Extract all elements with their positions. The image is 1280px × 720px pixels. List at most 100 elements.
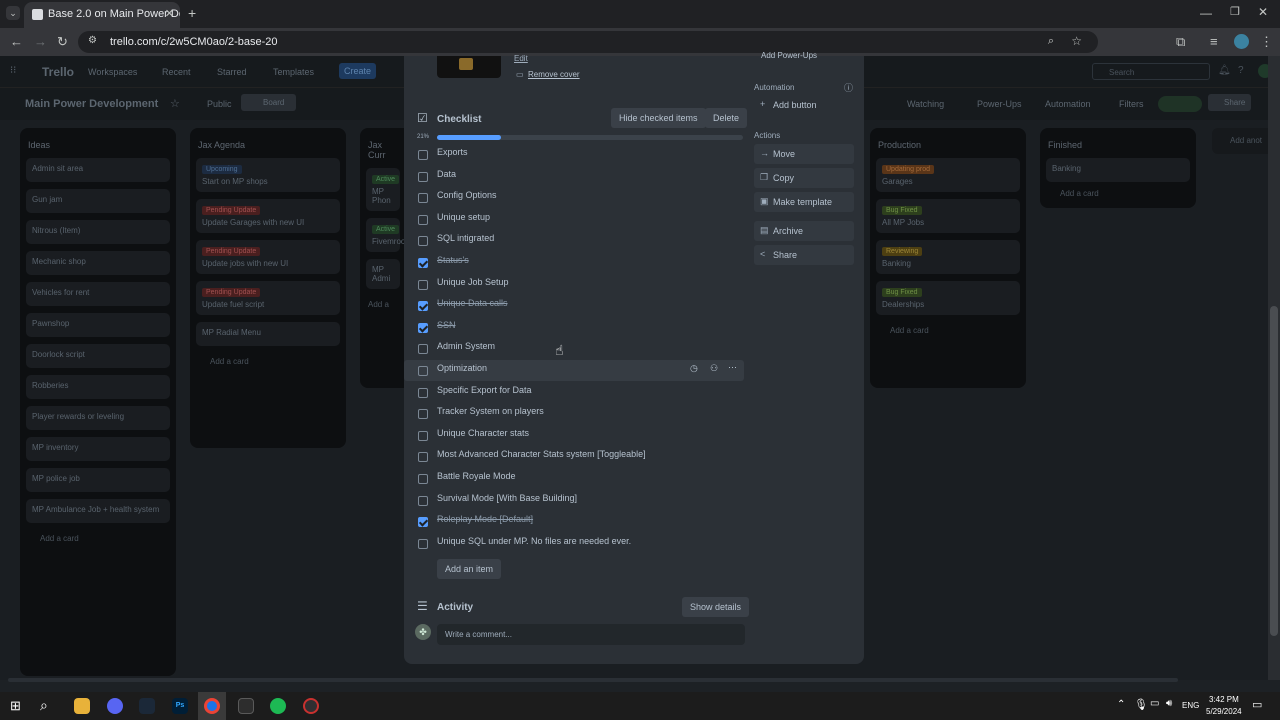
visibility-button[interactable]: Public bbox=[207, 99, 232, 109]
help-icon[interactable]: ? bbox=[1238, 65, 1244, 76]
checklist-item-text[interactable]: Unique SQL under MP. No files are needed… bbox=[437, 536, 631, 546]
assign-member-icon[interactable]: ⚇ bbox=[710, 363, 718, 374]
volume-icon[interactable]: 🔊︎ bbox=[1166, 698, 1172, 709]
watching-button[interactable]: Watching bbox=[907, 99, 944, 109]
checklist-item[interactable]: Exports bbox=[404, 144, 744, 165]
list-card[interactable]: Vehicles for rent bbox=[26, 282, 170, 306]
list-card[interactable]: Active Fivemroo bbox=[366, 218, 405, 252]
checkbox[interactable] bbox=[418, 279, 428, 290]
language-indicator[interactable]: ENG bbox=[1182, 701, 1199, 710]
comment-input[interactable]: Write a comment... bbox=[437, 624, 745, 645]
photoshop-icon[interactable]: Ps bbox=[172, 698, 188, 714]
archive-button[interactable]: ▤ Archive bbox=[754, 221, 854, 241]
checklist-item[interactable]: Status's bbox=[404, 252, 744, 273]
checklist-item-text[interactable]: Config Options bbox=[437, 190, 497, 200]
list-card[interactable]: Pending Update Update jobs with new UI bbox=[196, 240, 340, 274]
share-button[interactable]: Share bbox=[1208, 94, 1252, 111]
trello-logo[interactable]: Trello bbox=[42, 65, 74, 79]
checklist-item-text[interactable]: Survival Mode [With Base Building] bbox=[437, 493, 577, 503]
remove-cover-link[interactable]: Remove cover bbox=[528, 70, 580, 79]
clock-time[interactable]: 3:42 PM bbox=[1209, 695, 1239, 704]
delete-checklist-button[interactable]: Delete bbox=[705, 108, 748, 128]
checklist-item-text[interactable]: SSN bbox=[437, 320, 456, 330]
address-bar[interactable]: ⚙ trello.com/c/2w5CM0ao/2-base-20 ⌕ ☆ bbox=[78, 31, 1098, 53]
list-card[interactable]: Doorlock script bbox=[26, 344, 170, 368]
list-card[interactable]: Upcoming Start on MP shops bbox=[196, 158, 340, 192]
apps-grid-icon[interactable]: ⁝⁝ bbox=[10, 65, 16, 76]
list-card[interactable]: Updating prod Garages bbox=[876, 158, 1020, 192]
checklist-item[interactable]: Config Options bbox=[404, 187, 744, 208]
due-date-icon[interactable]: ◷ bbox=[690, 363, 698, 374]
spotify-icon[interactable] bbox=[270, 698, 286, 714]
notifications-icon[interactable]: 🔔︎ bbox=[1218, 65, 1231, 76]
chrome-icon[interactable] bbox=[204, 698, 220, 714]
checklist-item-text[interactable]: SQL intigrated bbox=[437, 233, 494, 243]
site-info-icon[interactable]: ⚙ bbox=[88, 35, 97, 46]
create-button[interactable]: Create bbox=[339, 63, 377, 79]
nav-recent[interactable]: Recent bbox=[162, 67, 191, 77]
chrome-menu-icon[interactable]: ⋮ bbox=[1260, 34, 1273, 50]
list-card[interactable]: Active MP Phon bbox=[366, 168, 400, 211]
search-input[interactable]: Search bbox=[1092, 63, 1210, 80]
list-card[interactable]: MP Ambulance Job + health system bbox=[26, 499, 170, 523]
checkbox[interactable] bbox=[418, 171, 428, 182]
taskbar-search-icon[interactable]: ⌕ bbox=[40, 697, 48, 714]
checkbox[interactable] bbox=[418, 214, 428, 225]
network-icon[interactable]: ▭ bbox=[1150, 698, 1159, 709]
add-item-button[interactable]: Add an item bbox=[437, 559, 502, 579]
new-tab-button[interactable]: + bbox=[188, 5, 196, 21]
hide-checked-items-button[interactable]: Hide checked items bbox=[611, 108, 706, 128]
browser-tab-active[interactable]: Base 2.0 on Main Power Develo ✕ bbox=[24, 2, 180, 28]
minimize-button[interactable]: — bbox=[1200, 6, 1212, 20]
zoom-icon[interactable]: ⌕ bbox=[1048, 35, 1054, 48]
list-card[interactable]: Nitrous (Item) bbox=[26, 220, 170, 244]
tab-search-button[interactable]: ⌄ bbox=[6, 6, 20, 20]
automation-button[interactable]: Automation bbox=[1045, 99, 1091, 109]
add-card-button[interactable]: Add a card bbox=[876, 322, 1020, 339]
back-icon[interactable]: ← bbox=[10, 34, 23, 49]
media-controls-icon[interactable]: ≡ bbox=[1210, 34, 1218, 49]
checkbox[interactable] bbox=[418, 236, 428, 247]
nav-templates[interactable]: Templates bbox=[273, 67, 314, 77]
filters-button[interactable]: Filters bbox=[1119, 99, 1144, 109]
list-card[interactable]: Banking bbox=[1046, 158, 1190, 182]
checklist-item-text[interactable]: Unique Character stats bbox=[437, 428, 529, 438]
make-template-button[interactable]: ▣ Make template bbox=[754, 192, 854, 212]
members-avatars[interactable] bbox=[1158, 96, 1202, 112]
page-vertical-scrollbar[interactable] bbox=[1268, 56, 1280, 680]
move-button[interactable]: → Move bbox=[754, 144, 854, 164]
steam-icon[interactable] bbox=[139, 698, 155, 714]
file-explorer-icon[interactable] bbox=[74, 698, 90, 714]
checklist-item-text[interactable]: Status's bbox=[437, 255, 469, 265]
list-card[interactable]: Gun jam bbox=[26, 189, 170, 213]
board-view-tab[interactable]: Board bbox=[241, 94, 297, 111]
board-title[interactable]: Main Power Development bbox=[25, 98, 158, 110]
list-card[interactable]: Pending Update Update Garages with new UI bbox=[196, 199, 340, 233]
item-more-icon[interactable]: ⋯ bbox=[728, 362, 737, 373]
list-card[interactable]: MP Admi bbox=[366, 259, 400, 289]
copy-button[interactable]: ❐ Copy bbox=[754, 168, 854, 188]
checklist-item[interactable]: SSN bbox=[404, 317, 744, 338]
list-card[interactable]: Robberies bbox=[26, 375, 170, 399]
checklist-item[interactable]: Data bbox=[404, 166, 744, 187]
start-button-icon[interactable]: ⊞ bbox=[10, 698, 21, 714]
checklist-item-text[interactable]: Battle Royale Mode bbox=[437, 471, 516, 481]
checkbox-checked[interactable] bbox=[418, 322, 428, 333]
extensions-icon[interactable]: ⧉ bbox=[1176, 34, 1185, 50]
edit-cover-link[interactable]: Edit bbox=[514, 54, 528, 63]
checklist-item-text[interactable]: Exports bbox=[437, 147, 468, 157]
list-card[interactable]: MP police job bbox=[26, 468, 170, 492]
checklist-item[interactable]: Unique Job Setup bbox=[404, 274, 744, 295]
list-card[interactable]: Player rewards or leveling bbox=[26, 406, 170, 430]
checklist-item[interactable]: Tracker System on players bbox=[404, 403, 744, 424]
checklist-item-text[interactable]: Unique setup bbox=[437, 212, 490, 222]
forward-icon[interactable]: → bbox=[34, 34, 47, 49]
share-card-button[interactable]: < Share bbox=[754, 245, 854, 265]
checkbox[interactable] bbox=[418, 366, 428, 376]
app-icon[interactable] bbox=[107, 698, 123, 714]
checklist-item-text[interactable]: Unique Job Setup bbox=[437, 277, 509, 287]
nav-starred[interactable]: Starred bbox=[217, 67, 247, 77]
add-card-button[interactable]: Add a bbox=[366, 296, 400, 313]
add-card-button[interactable]: Add a card bbox=[1046, 189, 1190, 198]
maximize-button[interactable]: ❐ bbox=[1230, 5, 1240, 18]
